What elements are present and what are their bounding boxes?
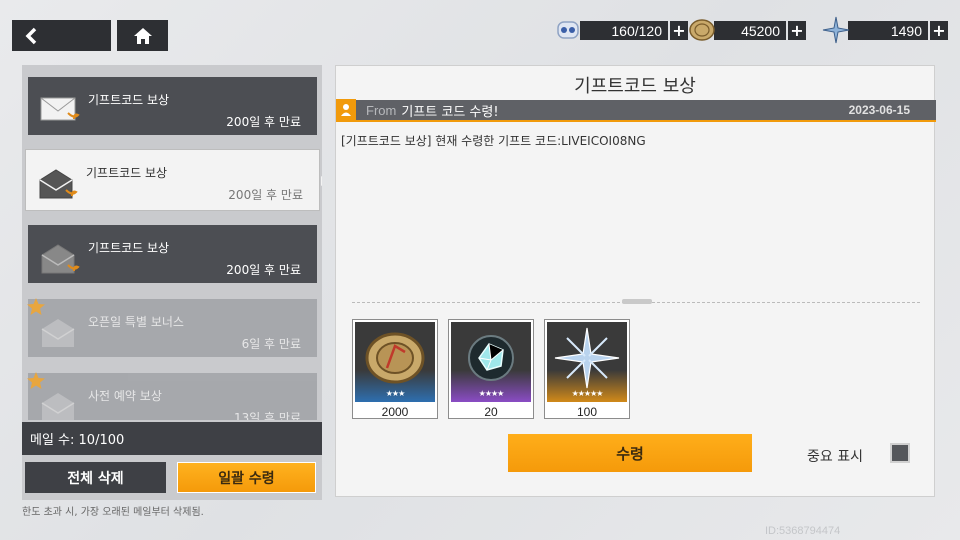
reward-item[interactable]: ★★★ 2000 [352, 319, 438, 419]
important-checkbox[interactable] [890, 443, 910, 463]
star-badge-icon [27, 298, 45, 315]
mail-expire: 200일 후 만료 [226, 115, 301, 129]
user-id: ID:5368794474 [765, 525, 841, 537]
claim-all-button[interactable]: 일괄 수령 [177, 462, 316, 493]
mail-expire: 6일 후 만료 [241, 337, 301, 351]
stamina-icon [557, 21, 579, 39]
coin-resource: 45200 + [689, 19, 806, 41]
mail-title: 오픈일 특별 보너스 [88, 315, 184, 329]
back-arrow-icon [25, 27, 37, 44]
mail-title: 기프트코드 보상 [88, 241, 170, 255]
stamina-value: 160/120 [580, 21, 668, 40]
footnote: 한도 초과 시, 가장 오래된 메일부터 삭제됨. [22, 507, 204, 518]
important-label: 중요 표시 [807, 449, 863, 465]
coin-value: 45200 [714, 21, 786, 40]
stamina-resource: 160/120 + [556, 20, 688, 41]
sender-icon [336, 99, 356, 121]
reward-count: 100 [576, 405, 598, 419]
mail-detail-title: 기프트코드 보상 [574, 76, 696, 97]
mail-item[interactable]: 오픈일 특별 보너스 6일 후 만료 [27, 298, 317, 357]
home-icon [133, 27, 152, 44]
mail-envelope-open-icon [41, 319, 75, 347]
reward-stars: ★★★★ [478, 389, 505, 398]
home-button[interactable] [117, 20, 168, 51]
mail-envelope-icon [40, 97, 80, 121]
mail-envelope-open-icon [41, 244, 80, 274]
back-button[interactable] [12, 20, 111, 51]
crystal-icon [822, 16, 850, 44]
from-bar: From 기프트 코드 수령! 2023-06-15 [336, 99, 936, 122]
reward-item[interactable]: ★★★★ 20 [448, 319, 534, 419]
delete-all-button[interactable]: 전체 삭제 [25, 462, 166, 493]
mail-expire: 13일 후 만료 [233, 411, 301, 420]
star-badge-icon [27, 372, 45, 389]
crystal-plus-button[interactable]: + [930, 21, 948, 40]
from-label: From [366, 102, 397, 118]
mail-date: 2023-06-15 [848, 103, 910, 117]
mail-envelope-open-icon [39, 169, 78, 199]
mail-count: 메일 수: 10/100 [22, 422, 322, 455]
mail-item[interactable]: 기프트코드 보상 200일 후 만료 [28, 225, 317, 283]
reward-stars: ★★★ [385, 389, 406, 398]
mail-item[interactable]: 기프트코드 보상 200일 후 만료 [28, 77, 317, 135]
crystal-resource: 1490 + [822, 16, 948, 44]
mail-list[interactable]: 기프트코드 보상 200일 후 만료 기프트코드 보상 200일 후 만료 기프… [22, 65, 322, 420]
from-name: 기프트 코드 수령! [401, 104, 499, 120]
mail-envelope-open-icon [41, 393, 75, 420]
mail-item[interactable]: 사전 예약 보상 13일 후 만료 [27, 372, 317, 420]
mail-list-panel: 기프트코드 보상 200일 후 만료 기프트코드 보상 200일 후 만료 기프… [22, 65, 322, 500]
mail-body: [기프트코드 보상] 현재 수령한 기프트 코드:LIVEICOI08NG [341, 134, 646, 148]
coin-icon [689, 19, 715, 41]
mail-title: 기프트코드 보상 [86, 166, 168, 180]
mail-title: 사전 예약 보상 [88, 389, 162, 403]
mail-item-selected[interactable]: 기프트코드 보상 200일 후 만료 [25, 149, 322, 211]
coin-plus-button[interactable]: + [788, 21, 806, 40]
divider-handle [622, 299, 652, 304]
mail-title: 기프트코드 보상 [88, 93, 170, 107]
crystal-value: 1490 [848, 21, 928, 40]
mail-detail-panel: 기프트코드 보상 From 기프트 코드 수령! 2023-06-15 [기프트… [335, 65, 936, 497]
reward-stars: ★★★★★ [571, 389, 604, 398]
mail-expire: 200일 후 만료 [228, 188, 303, 202]
selected-arrow-icon [321, 176, 322, 186]
mail-expire: 200일 후 만료 [226, 263, 301, 277]
reward-item[interactable]: ★★★★★ 100 [544, 319, 630, 419]
reward-count: 20 [484, 405, 498, 419]
stamina-plus-button[interactable]: + [670, 21, 688, 40]
reward-count: 2000 [381, 405, 409, 419]
claim-button[interactable]: 수령 [508, 434, 752, 472]
